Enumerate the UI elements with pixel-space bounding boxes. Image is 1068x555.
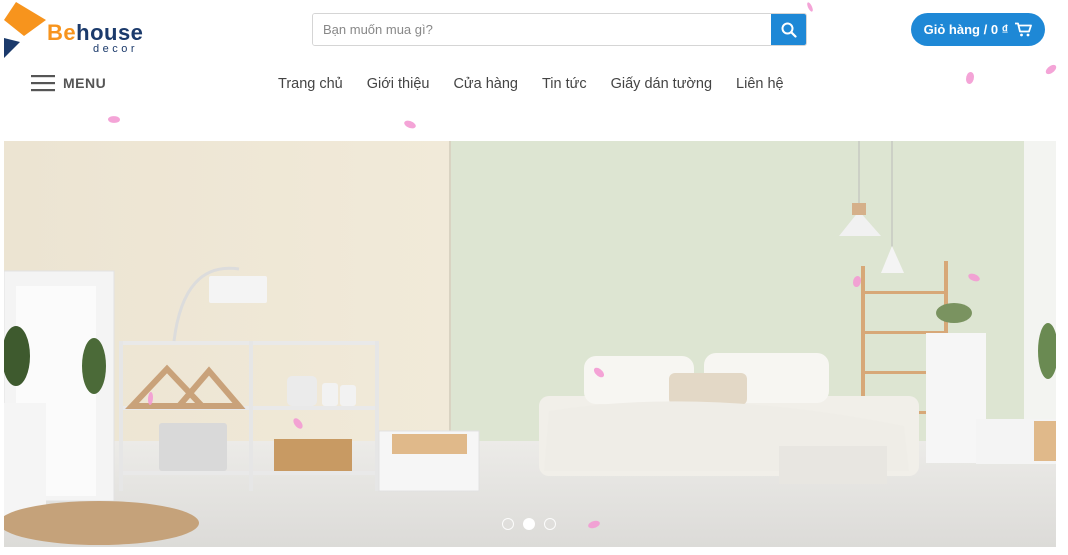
slider-dot-3[interactable] <box>544 518 556 530</box>
nav-item-about[interactable]: Giới thiệu <box>367 76 430 92</box>
nav-item-wallpaper[interactable]: Giấy dán tường <box>611 76 712 92</box>
logo-mark-icon <box>4 2 46 58</box>
search-button[interactable] <box>771 14 806 45</box>
search-input[interactable] <box>313 14 771 45</box>
slider-dot-1[interactable] <box>502 518 514 530</box>
menu-toggle[interactable]: MENU <box>31 74 106 92</box>
cart-button[interactable]: Giỏ hàng / 0 ₫ <box>911 13 1045 46</box>
petal-decoration <box>805 1 815 13</box>
search-bar <box>312 13 807 46</box>
main-nav: Trang chủ Giới thiệu Cửa hàng Tin tức Gi… <box>278 76 808 92</box>
search-icon <box>781 22 797 38</box>
petal-decoration <box>107 115 121 124</box>
petal-decoration <box>1044 63 1058 76</box>
hero-slider[interactable] <box>4 141 1056 547</box>
nav-item-news[interactable]: Tin tức <box>542 76 587 92</box>
hamburger-icon <box>31 75 55 92</box>
logo-tagline: decor <box>93 43 139 55</box>
brand-logo[interactable]: Behouse decor <box>4 2 164 60</box>
nav-item-contact[interactable]: Liên hệ <box>736 76 784 92</box>
nav-item-shop[interactable]: Cửa hàng <box>453 76 518 92</box>
petal-decoration <box>403 118 417 131</box>
slider-dot-2[interactable] <box>523 518 535 530</box>
slider-dots <box>502 518 556 530</box>
logo-wordmark: Behouse <box>47 20 144 45</box>
cart-label: Giỏ hàng / 0 ₫ <box>923 22 1009 37</box>
cart-icon <box>1015 22 1033 37</box>
nav-item-home[interactable]: Trang chủ <box>278 76 343 92</box>
hero-image <box>4 141 1056 547</box>
menu-label: MENU <box>63 75 107 91</box>
petal-decoration <box>966 72 974 84</box>
